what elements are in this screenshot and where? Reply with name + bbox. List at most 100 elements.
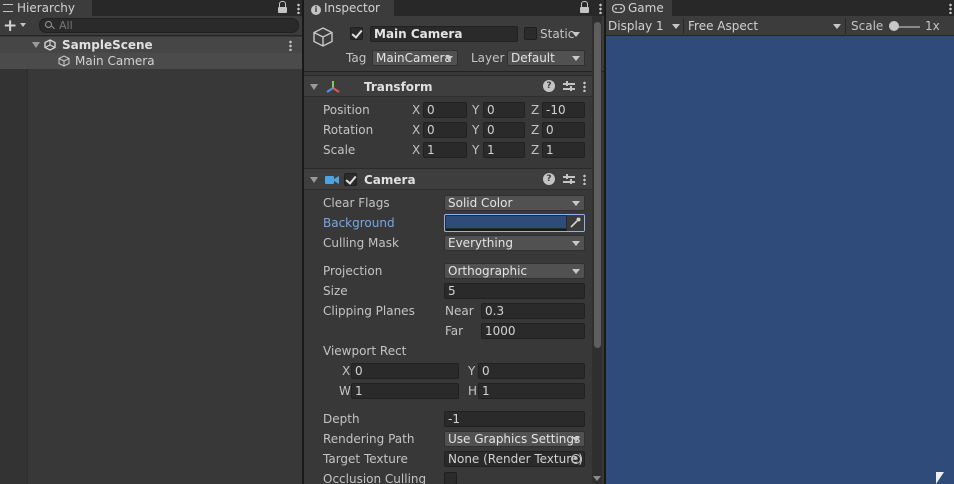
projection-label: Projection — [323, 264, 383, 278]
scale-z-field[interactable]: 1 — [542, 142, 585, 158]
far-label[interactable]: Far — [445, 323, 463, 339]
far-field[interactable]: 1000 — [481, 323, 585, 339]
tab-inspector-label: Inspector — [324, 1, 380, 15]
fold-arrow-icon[interactable] — [32, 42, 40, 48]
clipping-planes-label: Clipping Planes — [323, 304, 415, 318]
near-field[interactable]: 0.3 — [481, 303, 585, 319]
display-dropdown[interactable]: Display 1 — [606, 18, 682, 34]
unity-scene-icon — [44, 39, 56, 51]
component-more-icon[interactable] — [583, 173, 586, 185]
main-camera-label: Main Camera — [75, 54, 155, 68]
scroll-down-arrow-icon[interactable] — [593, 476, 601, 481]
size-field[interactable]: 5 — [444, 283, 585, 299]
viewport-h-field[interactable]: 1 — [478, 383, 585, 399]
plus-icon: + — [3, 16, 18, 36]
projection-dropdown[interactable]: Orthographic — [444, 263, 585, 279]
object-picker-icon[interactable] — [571, 454, 581, 464]
fold-arrow-icon[interactable] — [310, 84, 318, 90]
axis-x-label[interactable]: X — [412, 102, 420, 118]
tab-game[interactable]: Game — [606, 0, 672, 16]
viewport-x-label[interactable]: X — [342, 363, 350, 379]
depth-value: -1 — [448, 412, 460, 426]
fold-arrow-icon[interactable] — [310, 177, 318, 183]
tab-hierarchy[interactable]: Hierarchy — [0, 0, 92, 16]
presets-icon[interactable] — [563, 173, 575, 185]
scene-more-icon[interactable] — [289, 40, 292, 51]
more-options-icon[interactable] — [297, 2, 300, 14]
object-name-input[interactable]: Main Camera — [370, 26, 518, 42]
culling-mask-dropdown[interactable]: Everything — [444, 235, 585, 251]
viewport-x-field[interactable]: 0 — [351, 363, 459, 379]
target-texture-field[interactable]: None (Render Texture) — [444, 451, 585, 467]
rotation-z-field[interactable]: 0 — [542, 122, 585, 138]
tab-inspector[interactable]: i Inspector — [304, 0, 394, 16]
inspector-panel: i Inspector Main Camera Static Tag MainCa… — [304, 0, 604, 484]
axis-y-label[interactable]: Y — [472, 122, 479, 138]
scrollbar-thumb[interactable] — [594, 22, 601, 348]
lock-icon[interactable] — [580, 0, 589, 13]
active-checkbox[interactable] — [350, 27, 363, 40]
toolbar-separator — [845, 18, 846, 34]
viewport-y-label[interactable]: Y — [468, 363, 475, 379]
help-icon[interactable]: ? — [543, 80, 555, 92]
static-dropdown-arrow[interactable] — [572, 32, 580, 37]
clear-flags-dropdown[interactable]: Solid Color — [444, 195, 585, 211]
position-x-field[interactable]: 0 — [423, 102, 467, 118]
layer-label: Layer — [471, 51, 505, 65]
near-label[interactable]: Near — [445, 303, 474, 319]
occlusion-culling-checkbox[interactable] — [444, 472, 457, 484]
game-tab-bar: Game — [606, 0, 954, 16]
presets-icon[interactable] — [563, 80, 575, 92]
rotation-x-field[interactable]: 0 — [423, 122, 467, 138]
position-label: Position — [323, 103, 370, 117]
scale-slider-knob[interactable] — [889, 21, 899, 31]
create-button[interactable]: + — [3, 16, 30, 36]
camera-component-header[interactable]: Camera ? — [304, 168, 592, 190]
position-z-field[interactable]: -10 — [542, 102, 585, 118]
scale-y-field[interactable]: 1 — [483, 142, 525, 158]
help-icon[interactable]: ? — [543, 173, 555, 185]
axis-y-label[interactable]: Y — [472, 102, 479, 118]
viewport-w-field[interactable]: 1 — [351, 383, 459, 399]
axis-z-label[interactable]: Z — [531, 122, 539, 138]
gamepad-icon — [612, 4, 625, 13]
camera-enabled-checkbox[interactable] — [344, 173, 357, 186]
hierarchy-item-scene[interactable]: SampleScene — [0, 37, 302, 53]
axis-z-label[interactable]: Z — [531, 102, 539, 118]
chevron-down-icon — [572, 269, 580, 274]
hierarchy-item-main-camera[interactable]: Main Camera — [0, 53, 302, 69]
background-color-field[interactable] — [444, 214, 585, 232]
static-checkbox[interactable] — [524, 27, 537, 40]
more-options-icon[interactable] — [599, 2, 602, 14]
rendering-path-dropdown[interactable]: Use Graphics Settings — [444, 431, 585, 447]
inspector-scrollbar[interactable] — [592, 16, 602, 484]
rotation-y-value: 0 — [487, 123, 495, 137]
lock-icon[interactable] — [278, 0, 287, 13]
position-y-field[interactable]: 0 — [483, 102, 525, 118]
viewport-h-label[interactable]: H — [468, 383, 477, 399]
axis-x-label[interactable]: X — [412, 122, 420, 138]
transform-component-header[interactable]: Transform ? — [304, 75, 592, 97]
rotation-y-field[interactable]: 0 — [483, 122, 525, 138]
layer-dropdown[interactable]: Default — [507, 50, 585, 66]
depth-field[interactable]: -1 — [444, 411, 585, 427]
scale-x-value: 1 — [427, 143, 435, 157]
axis-z-label[interactable]: Z — [531, 142, 539, 158]
scene-label: SampleScene — [62, 38, 153, 52]
scale-x-field[interactable]: 1 — [423, 142, 467, 158]
eyedropper-button[interactable] — [567, 215, 584, 231]
culling-mask-label: Culling Mask — [323, 236, 399, 250]
aspect-dropdown[interactable]: Free Aspect — [686, 18, 843, 34]
chevron-down-icon — [20, 23, 26, 27]
search-input[interactable]: All — [39, 18, 299, 33]
component-more-icon[interactable] — [583, 80, 586, 92]
viewport-w-value: 1 — [355, 384, 363, 398]
axis-x-label[interactable]: X — [412, 142, 420, 158]
tag-dropdown[interactable]: MainCamera — [372, 50, 458, 66]
more-options-icon[interactable] — [949, 2, 952, 14]
viewport-y-field[interactable]: 0 — [478, 363, 585, 379]
transform-axes-icon — [326, 81, 340, 93]
viewport-w-label[interactable]: W — [339, 383, 351, 399]
game-viewport[interactable] — [606, 37, 954, 484]
axis-y-label[interactable]: Y — [472, 142, 479, 158]
